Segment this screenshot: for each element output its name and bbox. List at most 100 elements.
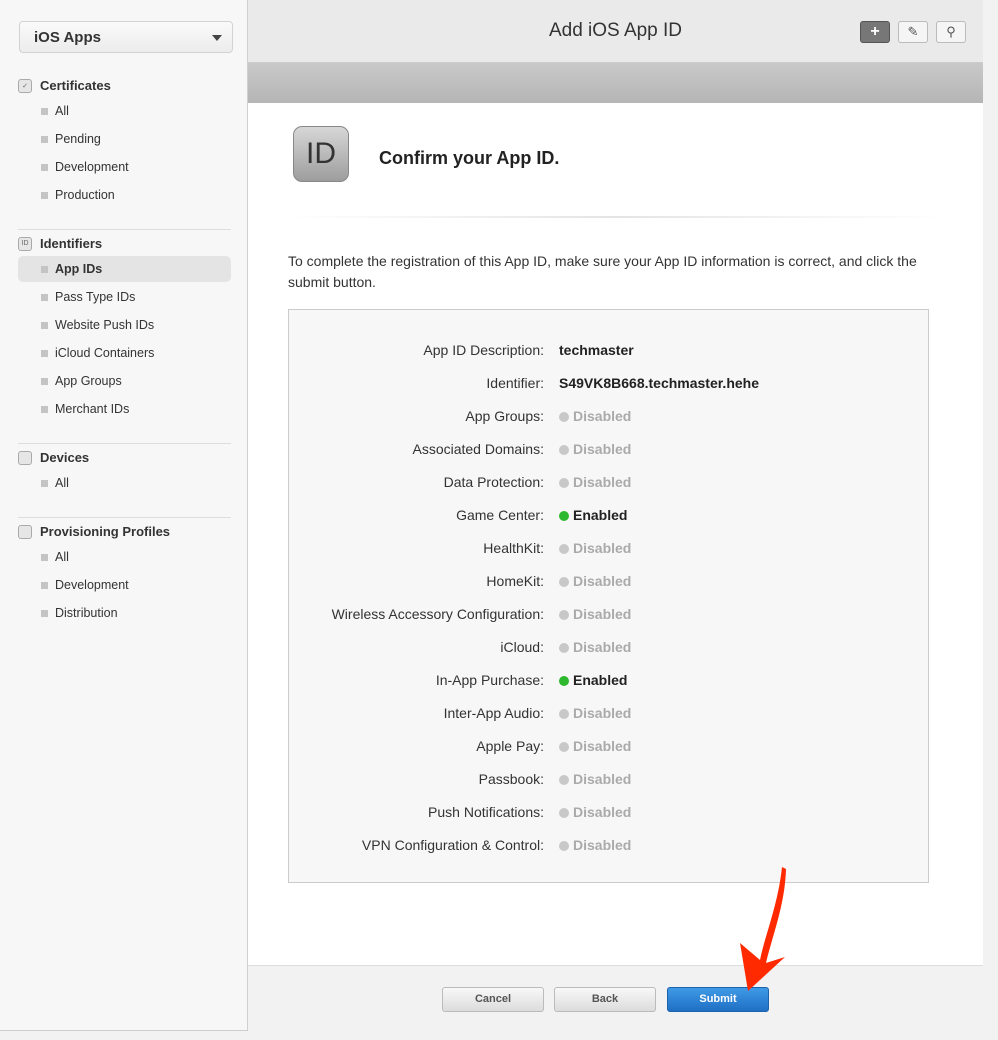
sidebar-divider: [18, 517, 231, 518]
section-title: Identifiers: [40, 236, 103, 251]
detail-label: Push Notifications:: [428, 804, 544, 820]
subheader-bar: [248, 63, 983, 103]
detail-row: VPN Configuration & Control: Disabled: [289, 837, 928, 857]
platform-select[interactable]: iOS Apps: [19, 21, 233, 53]
sidebar-item-all[interactable]: All: [18, 470, 231, 496]
detail-value: Disabled: [573, 606, 632, 622]
confirm-title: Confirm your App ID.: [379, 148, 560, 168]
detail-value: Enabled: [573, 507, 628, 523]
sidebar-divider: [18, 443, 231, 444]
detail-value: Disabled: [573, 738, 632, 754]
sidebar-item-production[interactable]: Production: [18, 182, 231, 208]
footer: Cancel Back Submit: [248, 965, 983, 1031]
status-disabled-icon: [559, 775, 569, 785]
sidebar: iOS Apps ✓ Certificates All Pending Developm…: [0, 0, 248, 1031]
detail-value: techmaster: [559, 342, 634, 358]
detail-row: In-App Purchase: Enabled: [289, 672, 928, 692]
sidebar-item-app-groups[interactable]: App Groups: [18, 368, 231, 394]
device-icon: [18, 450, 32, 465]
red-arrow-annotation: [740, 867, 786, 991]
app-id-details: App ID Description: techmaster Identifier:…: [288, 309, 929, 883]
status-disabled-icon: [559, 445, 569, 455]
detail-row: Apple Pay: Disabled: [289, 738, 928, 758]
detail-label: Associated Domains:: [412, 441, 544, 457]
edit-icon[interactable]: ✎: [898, 21, 928, 43]
section-title: Devices: [40, 450, 90, 465]
detail-row: Push Notifications: Disabled: [289, 804, 928, 824]
sidebar-item-distribution[interactable]: Distribution: [18, 600, 231, 626]
status-enabled-icon: [559, 676, 569, 686]
detail-row: Associated Domains: Disabled: [289, 441, 928, 461]
detail-row: Wireless Accessory Configuration: Disable…: [289, 606, 928, 626]
detail-label: App ID Description:: [423, 342, 544, 358]
chevron-down-icon: [212, 35, 222, 41]
detail-row: iCloud: Disabled: [289, 639, 928, 659]
detail-row: App Groups: Disabled: [289, 408, 928, 428]
sidebar-item-all[interactable]: All: [18, 98, 231, 124]
detail-row: HealthKit: Disabled: [289, 540, 928, 560]
sidebar-item-development[interactable]: Development: [18, 154, 231, 180]
detail-label: VPN Configuration & Control:: [361, 837, 544, 853]
detail-label: Game Center:: [456, 507, 544, 523]
status-disabled-icon: [559, 544, 569, 554]
sidebar-section-certificates: ✓ Certificates: [18, 78, 111, 93]
intro-text: To complete the registration of this App…: [288, 253, 917, 290]
sidebar-item-merchant-ids[interactable]: Merchant IDs: [18, 396, 231, 422]
sidebar-divider: [18, 229, 231, 230]
detail-value: Disabled: [573, 837, 632, 853]
sidebar-section-devices: Devices: [18, 450, 89, 465]
id-icon: ID: [18, 236, 32, 251]
document-icon: [18, 524, 32, 539]
detail-value: Disabled: [573, 474, 632, 490]
detail-value: Disabled: [573, 408, 632, 424]
sidebar-section-provisioning-profiles: Provisioning Profiles: [18, 524, 170, 539]
sidebar-item-icloud-containers[interactable]: iCloud Containers: [18, 340, 231, 366]
sidebar-item-website-push-ids[interactable]: Website Push IDs: [18, 312, 231, 338]
status-disabled-icon: [559, 643, 569, 653]
detail-label: HomeKit:: [486, 573, 544, 589]
sidebar-item-pass-type-ids[interactable]: Pass Type IDs: [18, 284, 231, 310]
cancel-button[interactable]: Cancel: [442, 987, 544, 1012]
detail-row: Inter-App Audio: Disabled: [289, 705, 928, 725]
detail-value: Disabled: [573, 441, 632, 457]
status-disabled-icon: [559, 610, 569, 620]
detail-label: Data Protection:: [443, 474, 544, 490]
detail-row: Passbook: Disabled: [289, 771, 928, 791]
status-disabled-icon: [559, 841, 569, 851]
search-icon[interactable]: ⚲: [936, 21, 966, 43]
status-disabled-icon: [559, 478, 569, 488]
detail-label: HealthKit:: [483, 540, 544, 556]
detail-label: Wireless Accessory Configuration:: [331, 606, 544, 622]
detail-value: Disabled: [573, 804, 632, 820]
detail-row: Game Center: Enabled: [289, 507, 928, 527]
detail-row: App ID Description: techmaster: [289, 342, 928, 362]
certificate-icon: ✓: [18, 78, 32, 93]
detail-value: Disabled: [573, 771, 632, 787]
status-disabled-icon: [559, 808, 569, 818]
detail-value: Disabled: [573, 540, 632, 556]
status-disabled-icon: [559, 412, 569, 422]
detail-value: S49VK8B668.techmaster.hehe: [559, 375, 759, 391]
status-enabled-icon: [559, 511, 569, 521]
detail-label: App Groups:: [465, 408, 544, 424]
plus-icon[interactable]: +: [860, 21, 890, 43]
status-disabled-icon: [559, 709, 569, 719]
detail-label: iCloud:: [500, 639, 544, 655]
sidebar-item-development[interactable]: Development: [18, 572, 231, 598]
sidebar-item-all[interactable]: All: [18, 544, 231, 570]
detail-row: Identifier: S49VK8B668.techmaster.hehe: [289, 375, 928, 395]
sidebar-item-app-ids[interactable]: App IDs: [18, 256, 231, 282]
app-id-icon: ID: [293, 126, 349, 182]
back-button[interactable]: Back: [554, 987, 656, 1012]
section-title: Provisioning Profiles: [40, 524, 171, 539]
detail-label: Passbook:: [478, 771, 544, 787]
detail-label: In-App Purchase:: [435, 672, 544, 688]
detail-label: Apple Pay:: [476, 738, 544, 754]
sidebar-item-pending[interactable]: Pending: [18, 126, 231, 152]
detail-value: Disabled: [573, 639, 632, 655]
main-panel: Add iOS App ID + ✎ ⚲ ID Confirm your App…: [248, 0, 983, 1031]
detail-value: Disabled: [573, 573, 632, 589]
sidebar-section-identifiers: ID Identifiers: [18, 236, 102, 251]
status-disabled-icon: [559, 577, 569, 587]
header: Add iOS App ID + ✎ ⚲: [248, 0, 983, 63]
